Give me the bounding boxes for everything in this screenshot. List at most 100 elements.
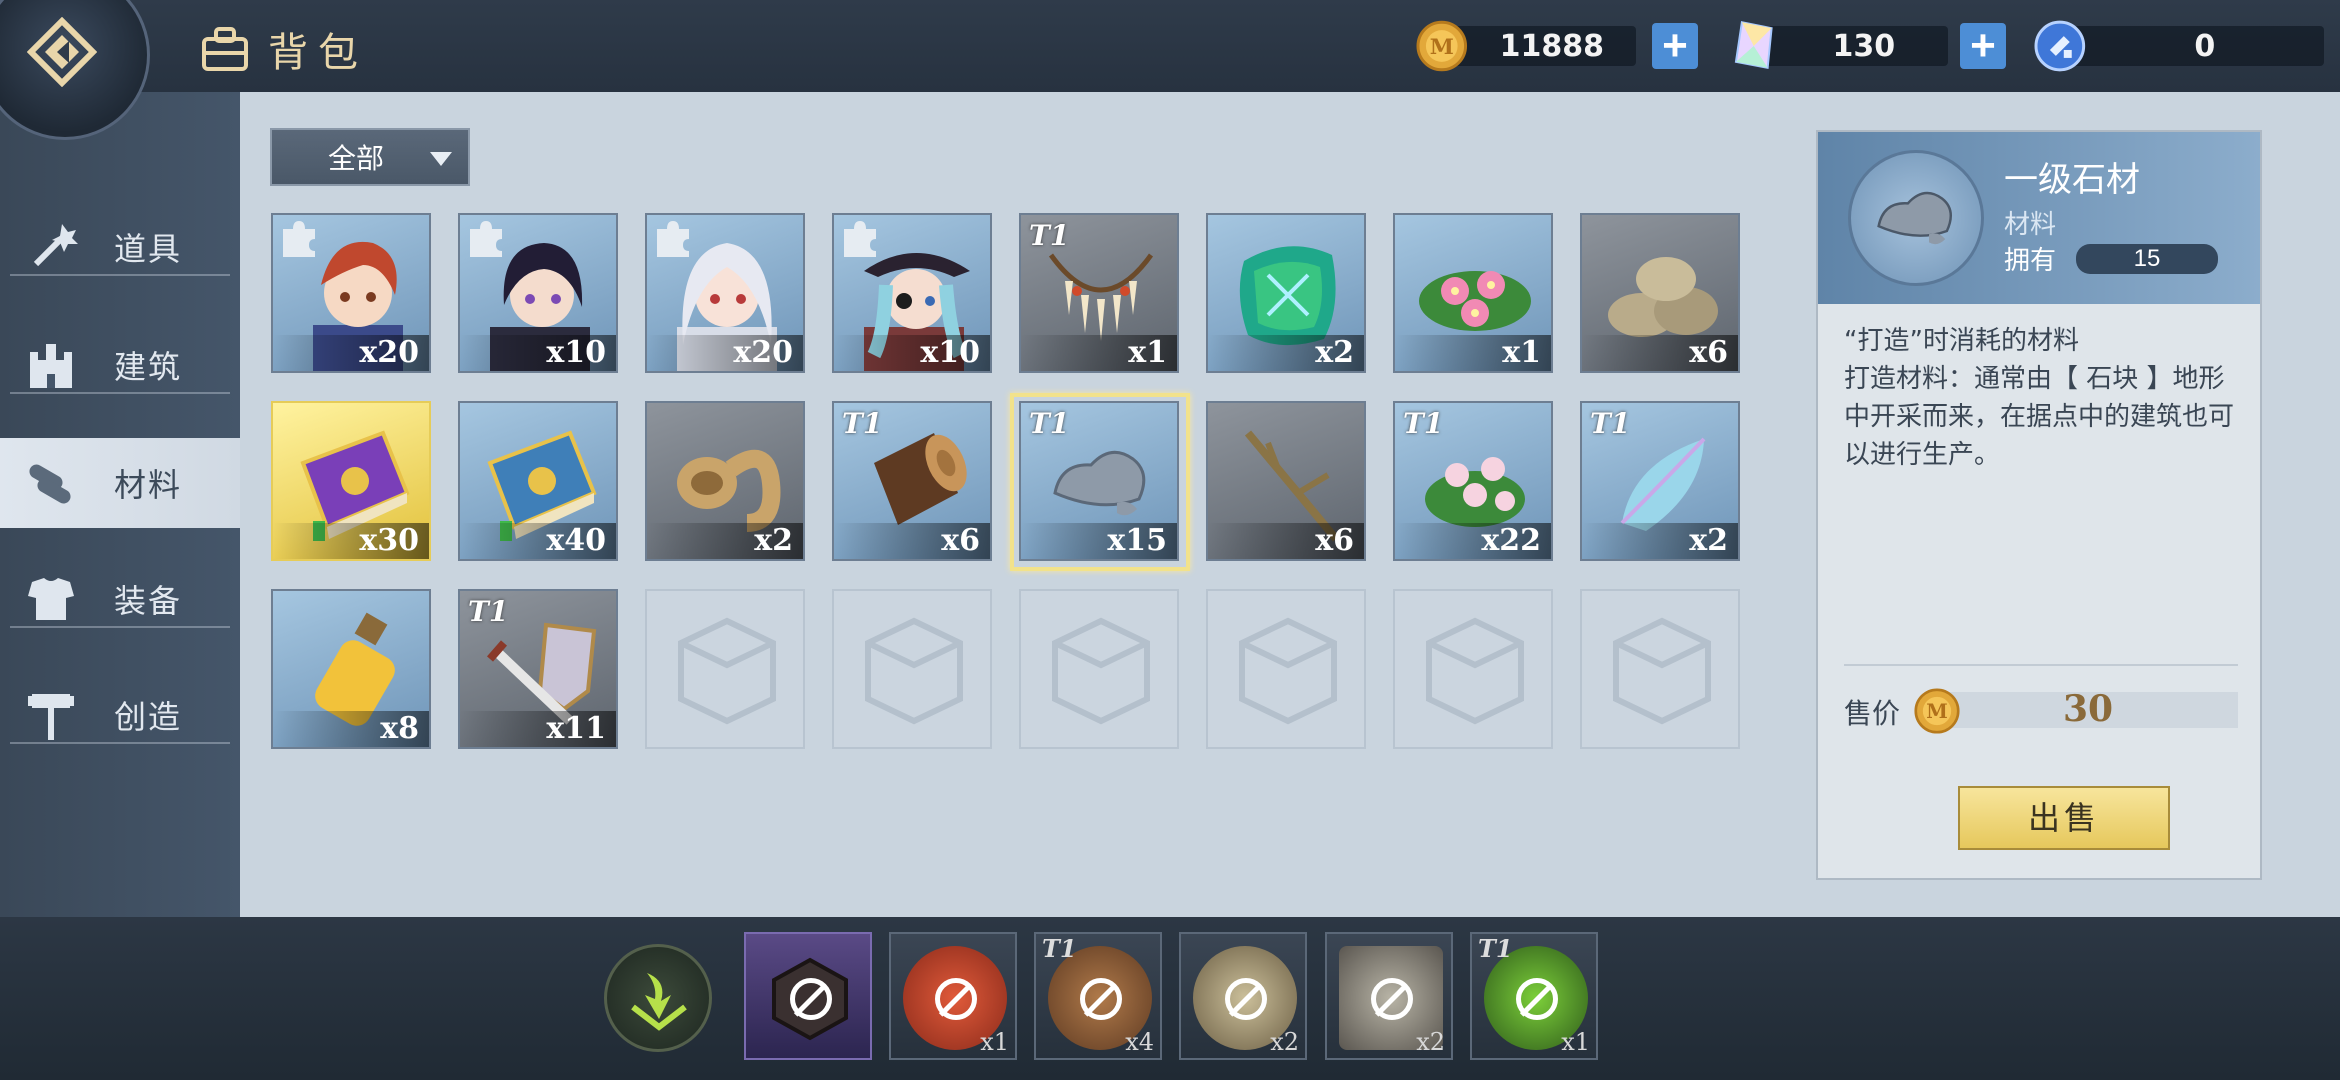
sidebar-item-label: 创造 — [114, 698, 183, 736]
detail-header: 一级石材 材料 拥有 15 — [1818, 132, 2260, 304]
detail-item-name: 一级石材 — [2004, 160, 2140, 200]
item-tier: T1 — [468, 595, 509, 628]
item-quantity: x40 — [460, 523, 616, 559]
quick-bar — [0, 917, 2340, 1080]
inventory-slot[interactable]: x10 — [458, 213, 618, 373]
empty-box-icon — [1426, 617, 1524, 725]
sidebar-item-label: 装备 — [114, 582, 183, 620]
empty-box-icon — [1239, 617, 1337, 725]
page-title-group: 背包 — [200, 20, 368, 78]
inventory-slot[interactable]: x6 — [1206, 401, 1366, 561]
sidebar-item-materials[interactable]: 材料 — [0, 438, 256, 528]
item-tier: T1 — [842, 407, 883, 440]
item-quantity: x20 — [647, 335, 803, 371]
empty-box-icon — [1613, 617, 1711, 725]
sidebar-item-label: 建筑 — [114, 348, 183, 386]
sidebar-item-props[interactable]: 道具 — [0, 198, 240, 296]
empty-slot — [1580, 589, 1740, 749]
token-currency: 0 — [2034, 20, 2324, 72]
inventory-slot[interactable]: T1 x2 — [1580, 401, 1740, 561]
item-quantity: x20 — [273, 335, 429, 371]
inventory-slot[interactable]: x8 — [271, 589, 431, 749]
item-quantity: x6 — [1208, 523, 1364, 559]
crystal-value: 130 — [1832, 28, 1896, 64]
item-quantity: x1 — [1395, 335, 1551, 371]
add-crystal-button[interactable]: + — [1960, 23, 2006, 69]
inventory-slot[interactable]: x20 — [271, 213, 431, 373]
empty-slot — [1393, 589, 1553, 749]
item-tier: T1 — [1590, 407, 1631, 440]
item-detail-panel: 一级石材 材料 拥有 15 “打造”时消耗的材料 打造材料：通常由【 石块 】地… — [1816, 130, 2262, 880]
inventory-slot[interactable]: T1 x11 — [458, 589, 618, 749]
disabled-icon — [1225, 978, 1267, 1020]
puzzle-piece-icon — [283, 221, 315, 257]
empty-box-icon — [1052, 617, 1150, 725]
detail-own-label: 拥有 — [2004, 246, 2057, 276]
hammer-icon — [28, 694, 74, 740]
castle-icon — [30, 344, 72, 388]
sidebar-item-create[interactable]: 创造 — [0, 666, 240, 764]
gold-value: 11888 — [1499, 28, 1604, 64]
item-quantity: x6 — [1582, 335, 1738, 371]
inventory-slot[interactable]: x1 — [1393, 213, 1553, 373]
empty-slot — [1206, 589, 1366, 749]
inventory-slot[interactable]: x2 — [645, 401, 805, 561]
chevron-down-icon — [430, 152, 452, 166]
puzzle-piece-icon — [470, 221, 502, 257]
selected-slot-highlight — [1010, 393, 1190, 571]
inventory-slot[interactable]: T1 x6 — [832, 401, 992, 561]
page-title: 背包 — [268, 30, 368, 76]
quick-slot[interactable]: x2 — [1325, 932, 1453, 1060]
wand-icon — [33, 224, 78, 267]
inventory-slot[interactable]: x20 — [645, 213, 805, 373]
description-line: “打造”时消耗的材料 — [1844, 326, 2079, 356]
empty-slot — [832, 589, 992, 749]
puzzle-piece-icon — [657, 221, 689, 257]
filter-dropdown[interactable]: 全部 — [270, 128, 470, 186]
inventory-slot[interactable]: x10 — [832, 213, 992, 373]
item-quantity: x10 — [460, 335, 616, 371]
detail-item-type: 材料 — [2004, 210, 2057, 240]
grey-stone-icon — [1877, 191, 1952, 245]
armor-icon — [28, 578, 74, 620]
quick-slot[interactable]: x1 — [889, 932, 1017, 1060]
empty-box-icon — [678, 617, 776, 725]
quick-slot[interactable]: x2 — [1179, 932, 1307, 1060]
blue-token-icon — [2034, 20, 2086, 72]
collapse-button[interactable] — [604, 944, 712, 1052]
detail-item-icon — [1848, 150, 1984, 286]
sidebar-item-label: 道具 — [114, 230, 183, 268]
divider — [1844, 664, 2238, 666]
inventory-slot[interactable]: T1 x1 — [1019, 213, 1179, 373]
logs-icon — [29, 464, 71, 504]
item-tier: T1 — [1403, 407, 1444, 440]
slot-tier: T1 — [1478, 934, 1513, 963]
inventory-slot[interactable]: x2 — [1206, 213, 1366, 373]
sidebar-item-building[interactable]: 建筑 — [0, 316, 240, 414]
slot-quantity: x1 — [1561, 1028, 1590, 1056]
detail-own-value: 15 — [2076, 244, 2218, 274]
inventory-slot[interactable]: x6 — [1580, 213, 1740, 373]
inventory-slot[interactable]: x40 — [458, 401, 618, 561]
empty-slot — [645, 589, 805, 749]
item-quantity: x8 — [273, 711, 429, 747]
disabled-icon — [1371, 978, 1413, 1020]
sidebar-item-equipment[interactable]: 装备 — [0, 550, 240, 648]
inventory-slot[interactable]: x30 — [271, 401, 431, 561]
inventory-slot[interactable]: T1 x22 — [1393, 401, 1553, 561]
disabled-icon — [1516, 978, 1558, 1020]
add-gold-button[interactable]: + — [1652, 23, 1698, 69]
chevron-down-icon — [631, 973, 687, 1031]
bag-icon — [202, 27, 248, 71]
quick-slot[interactable]: T1 x1 — [1470, 932, 1598, 1060]
quick-slot[interactable] — [744, 932, 872, 1060]
sell-button[interactable]: 出售 — [1958, 786, 2170, 850]
empty-box-icon — [865, 617, 963, 725]
item-quantity: x2 — [1582, 523, 1738, 559]
empty-slot — [1019, 589, 1179, 749]
item-quantity: x11 — [460, 711, 616, 747]
gold-currency: M 11888 — [1416, 20, 1636, 72]
quick-slot[interactable]: T1 x4 — [1034, 932, 1162, 1060]
slot-quantity: x4 — [1125, 1028, 1154, 1056]
crystal-currency: 130 — [1728, 21, 1948, 70]
